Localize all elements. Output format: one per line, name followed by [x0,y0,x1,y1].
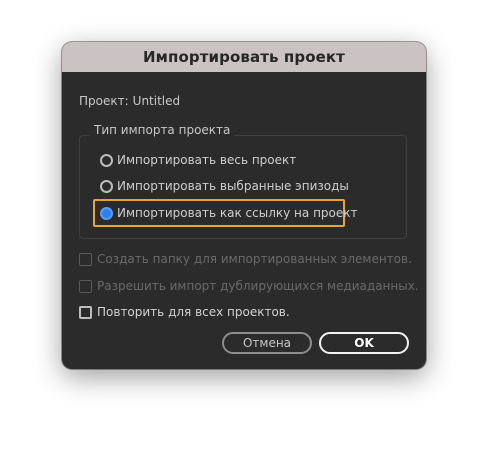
project-label: Проект: [79,94,129,108]
radio-label: Импортировать весь проект [117,153,297,167]
import-type-legend: Тип импорта проекта [90,123,235,137]
checkbox-label: Создать папку для импортированных элемен… [97,252,412,266]
checkbox-icon[interactable] [79,279,92,293]
ok-button[interactable]: OK [319,332,409,354]
checkbox-label: Повторить для всех проектов. [97,305,290,319]
checkbox-icon[interactable] [79,252,92,266]
checkbox-label: Разрешить импорт дублирующихся медиаданн… [97,279,419,293]
radio-label: Импортировать как ссылку на проект [117,206,358,220]
import-project-dialog: Импортировать проект Проект: Untitled Тип… [62,42,426,369]
radio-import-selected-sequences[interactable]: Импортировать выбранные эпизоды [100,176,349,196]
dialog-title: Импортировать проект [143,48,345,66]
checkbox-repeat-for-all[interactable]: Повторить для всех проектов. [79,303,290,321]
radio-button-selected-icon[interactable] [100,206,113,220]
project-info: Проект: Untitled [79,94,180,108]
radio-label: Импортировать выбранные эпизоды [117,179,349,193]
radio-import-as-project-link[interactable]: Импортировать как ссылку на проект [100,203,358,223]
checkbox-create-folder[interactable]: Создать папку для импортированных элемен… [79,250,412,268]
dialog-titlebar[interactable]: Импортировать проект [62,42,426,72]
radio-button-icon[interactable] [100,179,113,193]
checkbox-allow-duplicates[interactable]: Разрешить импорт дублирующихся медиаданн… [79,277,419,295]
project-value: Untitled [132,94,181,108]
checkbox-icon[interactable] [79,305,92,319]
radio-import-entire-project[interactable]: Импортировать весь проект [100,150,296,170]
radio-button-icon[interactable] [100,153,113,167]
cancel-button[interactable]: Отмена [222,332,312,354]
